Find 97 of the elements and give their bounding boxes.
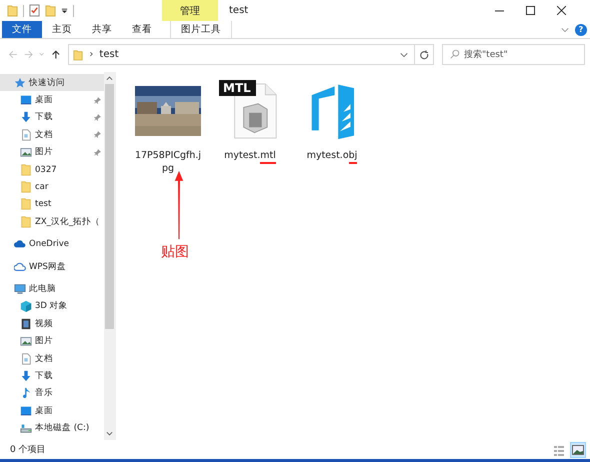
sidebar-item[interactable]: 0327 <box>0 160 104 178</box>
scroll-down-icon[interactable] <box>106 431 113 437</box>
sidebar-item[interactable]: 本地磁盘 (C:) <box>0 419 104 437</box>
sidebar-label: 桌面 <box>35 94 53 106</box>
sidebar-item[interactable]: 下载 <box>0 108 104 126</box>
sidebar-item[interactable]: test <box>0 196 104 214</box>
sidebar-label: WPS网盘 <box>29 260 66 273</box>
folder-icon <box>73 48 84 60</box>
sidebar-item[interactable]: 文档 <box>0 126 104 144</box>
file-name: 17P58PICgfh.jpg <box>134 149 202 175</box>
sidebar-item[interactable]: 图片 <box>0 332 104 350</box>
folder-icon <box>20 216 32 228</box>
scrollbar[interactable] <box>104 72 115 440</box>
properties-icon[interactable] <box>29 4 40 17</box>
up-arrow-icon[interactable] <box>50 49 60 60</box>
computer-icon <box>14 282 26 295</box>
monitor-icon <box>20 94 32 106</box>
document-icon <box>20 352 32 365</box>
sidebar-label: car <box>35 182 48 192</box>
sidebar-label: 下载 <box>35 370 53 382</box>
help-button[interactable]: ? <box>575 24 587 36</box>
film-icon <box>20 318 32 330</box>
ribbon-tab[interactable]: 共享 <box>82 21 122 38</box>
caret-icon[interactable] <box>61 7 68 14</box>
breadcrumb[interactable]: test <box>99 49 119 60</box>
folder-icon <box>20 164 32 176</box>
sidebar-label: OneDrive <box>29 239 69 250</box>
scrollbar-thumb[interactable] <box>105 84 114 329</box>
sidebar-label: 3D 对象 <box>35 300 68 312</box>
sidebar-item[interactable]: WPS网盘 <box>0 258 104 276</box>
sidebar-label: ZX_汉化_拓扑（ <box>35 216 100 228</box>
sidebar-label: 0327 <box>35 164 57 175</box>
sidebar-label: 下载 <box>35 111 53 124</box>
scroll-up-icon[interactable] <box>106 75 113 81</box>
sidebar-item[interactable]: 下载 <box>0 367 104 385</box>
maximize-icon[interactable] <box>526 6 535 15</box>
file-name: mytest.obj <box>296 149 368 162</box>
close-icon[interactable] <box>557 6 566 15</box>
cloud-icon <box>14 238 26 250</box>
sidebar-item[interactable]: 图片 <box>0 144 104 161</box>
star-icon <box>14 76 26 89</box>
cube-icon <box>20 300 32 312</box>
window-title: test <box>229 5 248 16</box>
down-arrow-icon <box>20 370 32 382</box>
item-count: 0 个项目 <box>10 444 46 456</box>
search-field[interactable]: 搜索"test" <box>442 44 586 65</box>
sidebar-label: 快速访问 <box>29 76 65 89</box>
down-arrow-icon <box>20 111 32 124</box>
file-item[interactable]: 17P58PICgfh.jpg <box>129 78 207 175</box>
ribbon-tab[interactable]: 查看 <box>122 21 162 38</box>
file-name: mytest.mtl <box>214 149 286 162</box>
file-item[interactable]: MTL mytest.mtl <box>211 78 289 175</box>
breadcrumb-separator: › <box>89 49 94 60</box>
sidebar-label: test <box>35 199 52 210</box>
file-type-badge: MTL <box>219 80 256 96</box>
ribbon-tab[interactable]: 图片工具 <box>170 21 232 38</box>
file-item[interactable]: mytest.obj <box>293 78 371 175</box>
image-icon <box>20 146 32 158</box>
sidebar-label: 此电脑 <box>29 282 56 295</box>
sidebar-label: 文档 <box>35 128 53 141</box>
sidebar-item[interactable]: car <box>0 178 104 196</box>
sidebar-item[interactable]: 音乐 <box>0 384 104 402</box>
sidebar-item[interactable]: 快速访问 <box>0 74 104 92</box>
sidebar-label: 本地磁盘 (C:) <box>35 422 90 434</box>
annotation-label: 贴图 <box>161 243 189 261</box>
monitor-icon <box>20 404 32 417</box>
ribbon-tab[interactable]: 文件 <box>2 21 42 38</box>
contextual-tab-group: 管理 <box>162 0 218 21</box>
refresh-button[interactable] <box>414 44 434 65</box>
chevron-down-icon[interactable] <box>400 52 408 58</box>
sidebar-label: 图片 <box>35 335 53 348</box>
search-icon <box>450 49 460 59</box>
document-icon <box>20 128 32 141</box>
image-icon <box>20 335 32 348</box>
address-bar[interactable]: › test <box>68 44 415 65</box>
music-note-icon <box>20 387 32 400</box>
sidebar-label: 图片 <box>35 146 53 158</box>
sidebar-item[interactable]: 3D 对象 <box>0 298 104 316</box>
drive-icon <box>20 422 32 434</box>
ribbon-tab[interactable]: 主页 <box>42 21 82 38</box>
chevron-down-icon[interactable] <box>561 26 569 32</box>
sidebar-item[interactable]: OneDrive <box>0 236 104 253</box>
sidebar-item[interactable]: 桌面 <box>0 91 104 109</box>
sidebar-label: 视频 <box>35 318 53 330</box>
cloud-icon <box>14 260 26 273</box>
sidebar-label: 桌面 <box>35 404 53 417</box>
sidebar-item[interactable]: ZX_汉化_拓扑（ <box>0 213 104 231</box>
folder-icon <box>20 198 32 210</box>
refresh-icon <box>418 50 429 60</box>
sidebar-item[interactable]: 视频 <box>0 315 104 332</box>
sidebar-item[interactable]: 桌面 <box>0 402 104 420</box>
sidebar-label: 音乐 <box>35 387 53 400</box>
sidebar-item[interactable]: 此电脑 <box>0 280 104 298</box>
large-icons-view-button[interactable] <box>570 442 586 458</box>
sidebar-label: 文档 <box>35 352 53 365</box>
sidebar-item[interactable]: 文档 <box>0 350 104 368</box>
folder-icon <box>20 181 32 194</box>
